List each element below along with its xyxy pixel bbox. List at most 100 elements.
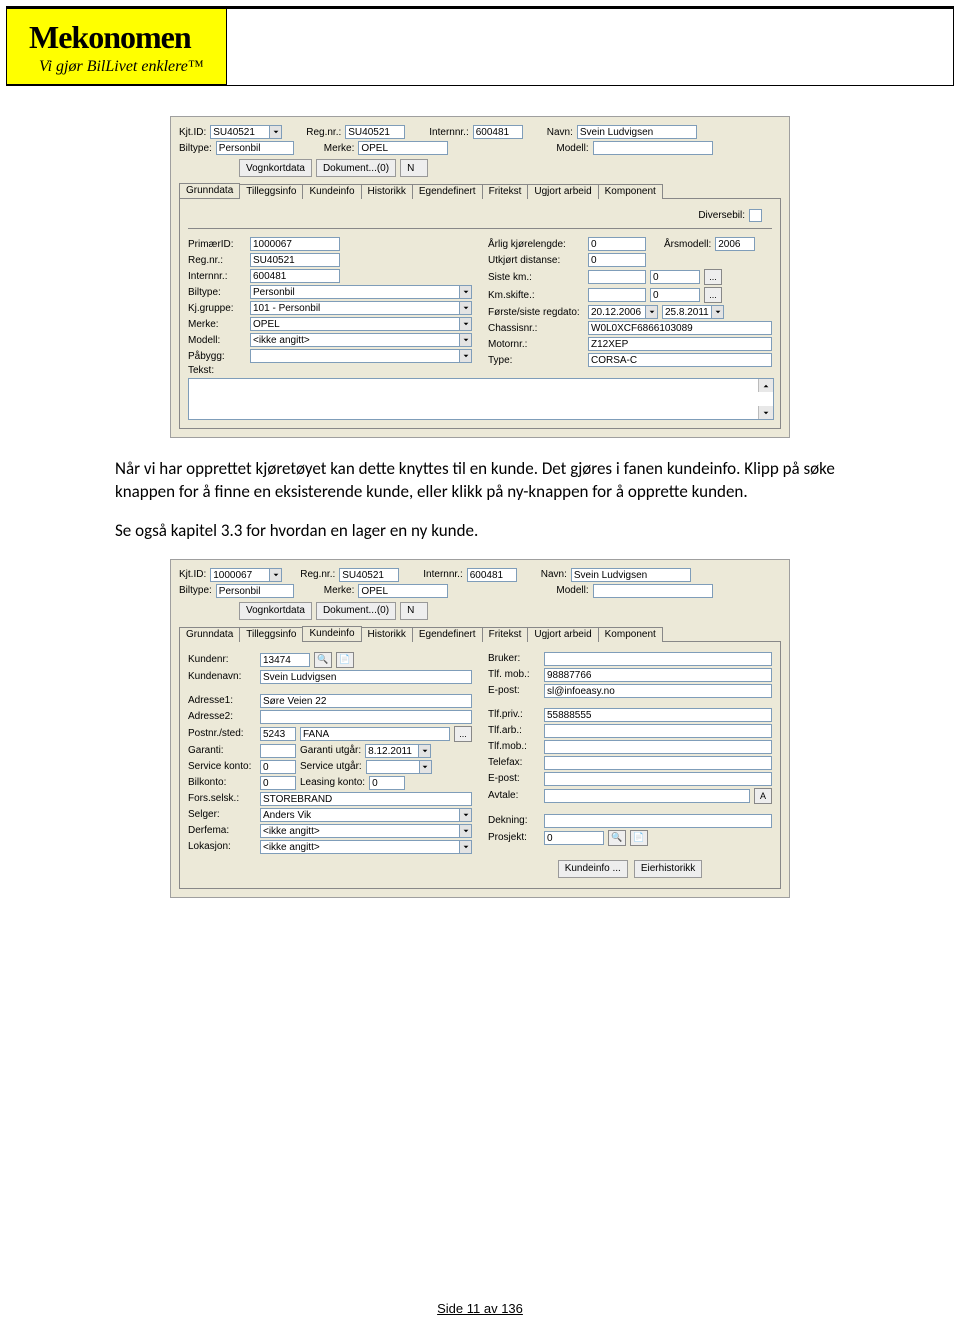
field-kjgruppe[interactable]: 101 - Personbil — [250, 301, 460, 315]
tab-komponent[interactable]: Komponent — [598, 627, 663, 642]
field-arligkjl[interactable]: 0 — [588, 237, 646, 251]
chevron-down-icon[interactable] — [460, 301, 472, 315]
field-biltype[interactable]: Personbil — [216, 584, 294, 598]
field-epost2[interactable] — [544, 772, 772, 786]
field-motornr[interactable]: Z12XEP — [588, 337, 772, 351]
field-biltype2[interactable]: Personbil — [250, 285, 460, 299]
field-chassis[interactable]: W0L0XCF6866103089 — [588, 321, 772, 335]
button-more[interactable]: ... — [704, 269, 722, 285]
field-regdato-a[interactable]: 20.12.2006 — [588, 305, 646, 319]
field-internnr[interactable]: 600481 — [467, 568, 517, 582]
chevron-down-icon[interactable] — [460, 285, 472, 299]
field-type[interactable]: CORSA-C — [588, 353, 772, 367]
button-more[interactable]: ... — [454, 726, 472, 742]
tab-kundeinfo[interactable]: Kundeinfo — [302, 184, 361, 199]
field-adresse2[interactable] — [260, 710, 472, 724]
tab-kundeinfo[interactable]: Kundeinfo — [302, 626, 361, 641]
field-merke2[interactable]: OPEL — [250, 317, 460, 331]
tab-grunndata[interactable]: Grunndata — [179, 183, 240, 198]
tab-grunndata[interactable]: Grunndata — [179, 627, 240, 642]
tab-ugjortarbeid[interactable]: Ugjort arbeid — [527, 184, 598, 199]
field-prosjekt[interactable]: 0 — [544, 831, 604, 845]
button-vognkortdata[interactable]: Vognkortdata — [239, 602, 312, 620]
tab-fritekst[interactable]: Fritekst — [482, 627, 529, 642]
field-internnr[interactable]: 600481 — [473, 125, 523, 139]
field-dekning[interactable] — [544, 814, 772, 828]
field-sistekm-b[interactable]: 0 — [650, 270, 700, 284]
chevron-down-icon[interactable] — [460, 349, 472, 363]
field-kjtid[interactable]: 1000067 — [210, 568, 270, 582]
chevron-down-icon[interactable] — [420, 760, 432, 774]
scroll-down-icon[interactable] — [758, 406, 773, 419]
field-avtale[interactable] — [544, 789, 750, 803]
field-sistekm-a[interactable] — [588, 270, 646, 284]
field-kmskifte-a[interactable] — [588, 288, 646, 302]
field-regnr[interactable]: SU40521 — [339, 568, 399, 582]
field-telefax[interactable] — [544, 756, 772, 770]
field-utkjort[interactable]: 0 — [588, 253, 646, 267]
new-icon[interactable]: 📄 — [630, 830, 648, 846]
field-garanti[interactable] — [260, 744, 296, 758]
field-bruker[interactable] — [544, 652, 772, 666]
field-kmskifte-b[interactable]: 0 — [650, 288, 700, 302]
field-regnr2[interactable]: SU40521 — [250, 253, 340, 267]
tab-fritekst[interactable]: Fritekst — [482, 184, 529, 199]
search-icon[interactable]: 🔍 — [314, 652, 332, 668]
checkbox-diversebil[interactable] — [749, 209, 762, 222]
new-icon[interactable]: 📄 — [336, 652, 354, 668]
field-navn[interactable]: Svein Ludvigsen — [577, 125, 697, 139]
button-more[interactable]: ... — [704, 287, 722, 303]
field-tlfmob[interactable]: 98887766 — [544, 668, 772, 682]
field-pabygg[interactable] — [250, 349, 460, 363]
field-tlfarb[interactable] — [544, 724, 772, 738]
tab-tilleggsinfo[interactable]: Tilleggsinfo — [239, 627, 303, 642]
field-internnr2[interactable]: 600481 — [250, 269, 340, 283]
chevron-down-icon[interactable] — [419, 744, 431, 758]
chevron-down-icon[interactable] — [270, 125, 282, 139]
tab-komponent[interactable]: Komponent — [598, 184, 663, 199]
field-epost[interactable]: sl@infoeasy.no — [544, 684, 772, 698]
field-kjtid[interactable]: SU40521 — [210, 125, 270, 139]
field-postnr[interactable]: 5243 — [260, 727, 296, 741]
field-kundenavn[interactable]: Svein Ludvigsen — [260, 670, 472, 684]
field-modell[interactable] — [593, 141, 713, 155]
field-biltype[interactable]: Personbil — [216, 141, 294, 155]
field-leasingkonto[interactable]: 0 — [369, 776, 405, 790]
field-selger[interactable]: Anders Vik — [260, 808, 460, 822]
chevron-down-icon[interactable] — [270, 568, 282, 582]
button-dokument[interactable]: Dokument...(0) — [316, 602, 396, 620]
field-adresse1[interactable]: Søre Veien 22 — [260, 694, 472, 708]
field-serviceutgar[interactable] — [366, 760, 420, 774]
search-icon[interactable]: 🔍 — [608, 830, 626, 846]
field-garantiutgar[interactable]: 8.12.2011 — [365, 744, 419, 758]
field-merke[interactable]: OPEL — [358, 141, 448, 155]
chevron-down-icon[interactable] — [460, 840, 472, 854]
chevron-down-icon[interactable] — [460, 808, 472, 822]
field-forsselsk[interactable]: STOREBRAND — [260, 792, 472, 806]
button-kundeinfo[interactable]: Kundeinfo ... — [558, 860, 628, 878]
field-derfema[interactable]: <ikke angitt> — [260, 824, 460, 838]
button-vognkortdata[interactable]: Vognkortdata — [239, 159, 312, 177]
button-n[interactable]: N — [400, 602, 428, 620]
tab-egendefinert[interactable]: Egendefinert — [412, 627, 483, 642]
tab-ugjortarbeid[interactable]: Ugjort arbeid — [527, 627, 598, 642]
button-n[interactable]: N — [400, 159, 428, 177]
field-regdato-b[interactable]: 25.8.2011 — [662, 305, 712, 319]
tab-tilleggsinfo[interactable]: Tilleggsinfo — [239, 184, 303, 199]
textarea-tekst[interactable] — [188, 378, 774, 420]
field-regnr[interactable]: SU40521 — [345, 125, 405, 139]
field-tlfmob2[interactable] — [544, 740, 772, 754]
field-poststed[interactable]: FANA — [300, 727, 450, 741]
field-tlfpriv[interactable]: 55888555 — [544, 708, 772, 722]
chevron-down-icon[interactable] — [646, 305, 658, 319]
field-kundenr[interactable]: 13474 — [260, 653, 310, 667]
field-arsmodell[interactable]: 2006 — [715, 237, 755, 251]
tab-egendefinert[interactable]: Egendefinert — [412, 184, 483, 199]
chevron-down-icon[interactable] — [460, 824, 472, 838]
button-dokument[interactable]: Dokument...(0) — [316, 159, 396, 177]
field-lokasjon[interactable]: <ikke angitt> — [260, 840, 460, 854]
button-avtale[interactable]: A — [754, 788, 772, 804]
field-modell[interactable] — [593, 584, 713, 598]
button-eierhistorikk[interactable]: Eierhistorikk — [634, 860, 702, 878]
tab-historikk[interactable]: Historikk — [361, 627, 413, 642]
